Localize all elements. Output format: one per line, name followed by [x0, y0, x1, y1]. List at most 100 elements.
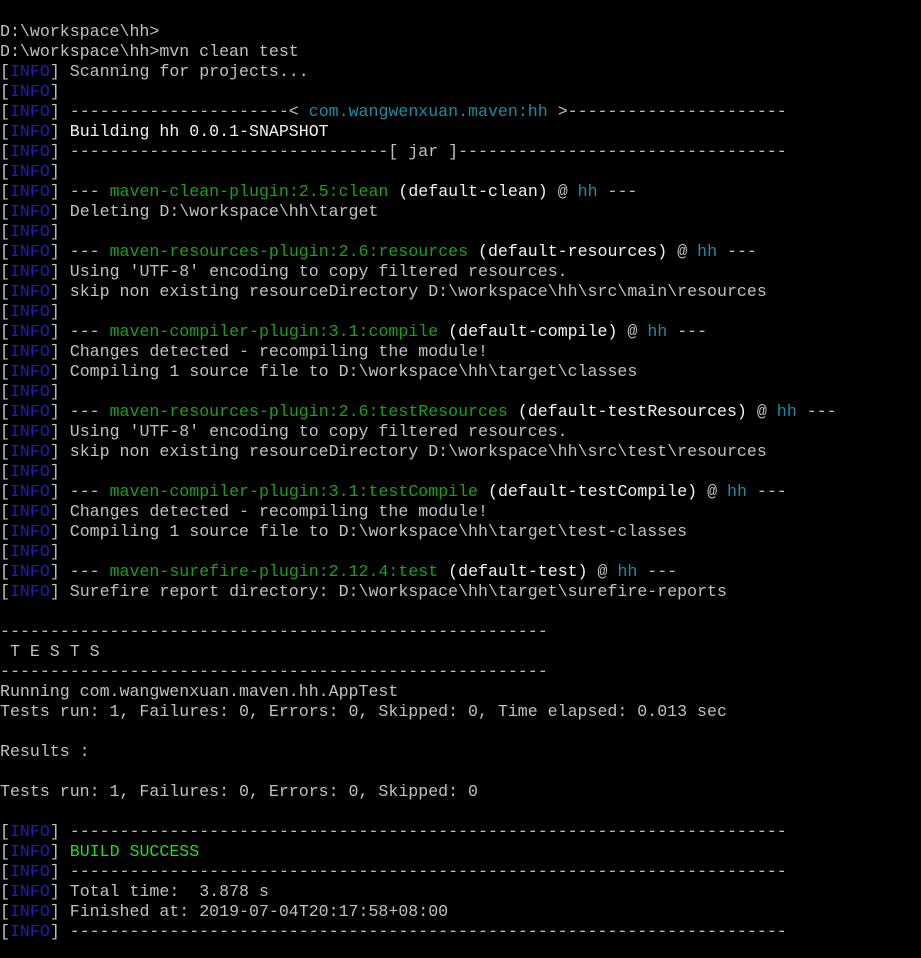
info-tag-close-bracket: ] [49, 922, 60, 941]
console-line: [INFO] Using 'UTF-8' encoding to copy fi… [0, 262, 921, 282]
info-tag-open-bracket: [ [0, 482, 10, 501]
console-text-segment: hh [697, 242, 718, 261]
info-tag-open-bracket: [ [0, 542, 10, 561]
info-tag-open-bracket: [ [0, 162, 10, 181]
console-line: [INFO] ----------------------< com.wangw… [0, 102, 921, 122]
info-tag-label: INFO [9, 862, 50, 881]
console-text-segment: hh [647, 322, 668, 341]
info-tag-close-bracket: ] [49, 562, 60, 581]
info-tag-label: INFO [9, 162, 50, 181]
console-line: [INFO] [0, 162, 921, 182]
info-tag-open-bracket: [ [0, 902, 10, 921]
console-text-segment: T E S T S [0, 642, 100, 661]
console-text-segment: Tests run: 1, Failures: 0, Errors: 0, Sk… [0, 782, 478, 801]
console-line: [INFO] Total time: 3.878 s [0, 882, 921, 902]
console-text-segment: Changes detected - recompiling the modul… [59, 342, 488, 361]
console-text-segment: ----------------------------------------… [59, 822, 787, 841]
info-tag-label: INFO [9, 822, 50, 841]
console-line: [INFO] --- maven-compiler-plugin:3.1:tes… [0, 482, 921, 502]
info-tag-open-bracket: [ [0, 362, 10, 381]
info-tag-close-bracket: ] [49, 442, 60, 461]
console-line: [INFO] Deleting D:\workspace\hh\target [0, 202, 921, 222]
info-tag-open-bracket: [ [0, 442, 10, 461]
console-line: D:\workspace\hh> [0, 22, 921, 42]
info-tag-label: INFO [9, 522, 50, 541]
info-tag-open-bracket: [ [0, 302, 10, 321]
console-text-segment: --- [59, 322, 110, 341]
console-line: D:\workspace\hh>mvn clean test [0, 42, 921, 62]
info-tag-close-bracket: ] [49, 502, 60, 521]
info-tag-open-bracket: [ [0, 202, 10, 221]
console-text-segment: Results : [0, 742, 90, 761]
console-text-segment: @ [697, 482, 727, 501]
info-tag-open-bracket: [ [0, 262, 10, 281]
info-tag-close-bracket: ] [49, 582, 60, 601]
console-text-segment: Deleting D:\workspace\hh\target [59, 202, 379, 221]
console-line: [INFO] [0, 542, 921, 562]
terminal-output[interactable]: D:\workspace\hh> D:\workspace\hh>mvn clea… [0, 0, 921, 958]
console-text-segment: @ [547, 182, 578, 201]
info-tag-close-bracket: ] [49, 202, 60, 221]
console-text-segment: Tests run: 1, Failures: 0, Errors: 0, Sk… [0, 702, 727, 721]
console-line: [INFO] [0, 82, 921, 102]
console-text-segment: --- [796, 402, 837, 421]
info-tag-open-bracket: [ [0, 62, 10, 81]
console-text-segment: (default-resources) [468, 242, 668, 261]
console-line: [INFO] --- maven-resources-plugin:2.6:te… [0, 402, 921, 422]
console-text-segment: maven-clean-plugin:2.5:clean [109, 182, 389, 201]
info-tag-close-bracket: ] [49, 542, 60, 561]
info-tag-label: INFO [9, 302, 50, 321]
console-text-segment: maven-compiler-plugin:3.1:testCompile [109, 482, 479, 501]
console-text-segment: (default-clean) [388, 182, 548, 201]
info-tag-close-bracket: ] [49, 262, 60, 281]
info-tag-open-bracket: [ [0, 182, 10, 201]
info-tag-close-bracket: ] [49, 902, 60, 921]
info-tag-label: INFO [9, 182, 50, 201]
info-tag-label: INFO [9, 842, 50, 861]
console-line: [INFO] Compiling 1 source file to D:\wor… [0, 362, 921, 382]
console-line: Tests run: 1, Failures: 0, Errors: 0, Sk… [0, 782, 921, 802]
info-tag-close-bracket: ] [49, 82, 60, 101]
info-tag-label: INFO [9, 482, 50, 501]
console-line: [INFO] skip non existing resourceDirecto… [0, 442, 921, 462]
console-text-segment: Scanning for projects... [59, 62, 309, 81]
console-text-segment: --- [59, 402, 110, 421]
info-tag-close-bracket: ] [49, 282, 60, 301]
info-tag-label: INFO [9, 442, 50, 461]
console-text-segment: Building hh 0.0.1-SNAPSHOT [59, 122, 329, 141]
info-tag-open-bracket: [ [0, 382, 10, 401]
console-line: [INFO] Compiling 1 source file to D:\wor… [0, 522, 921, 542]
console-text-segment: (default-testResources) [507, 402, 747, 421]
console-text-segment: Using 'UTF-8' encoding to copy filtered … [59, 262, 568, 281]
console-text-segment: --- [59, 562, 110, 581]
console-text-segment: hh [617, 562, 638, 581]
info-tag-close-bracket: ] [49, 362, 60, 381]
console-line: [INFO] skip non existing resourceDirecto… [0, 282, 921, 302]
console-text-segment: @ [587, 562, 618, 581]
info-tag-close-bracket: ] [49, 322, 60, 341]
info-tag-label: INFO [9, 902, 50, 921]
console-text-segment: BUILD SUCCESS [69, 842, 200, 861]
info-tag-label: INFO [9, 142, 50, 161]
console-text-segment: (default-testCompile) [478, 482, 698, 501]
info-tag-open-bracket: [ [0, 242, 10, 261]
console-text-segment: (default-compile) [438, 322, 618, 341]
console-text-segment: hh [726, 482, 747, 501]
console-line: [INFO] Surefire report directory: D:\wor… [0, 582, 921, 602]
console-text-segment: --- [59, 242, 110, 261]
console-text-segment: maven-compiler-plugin:3.1:compile [109, 322, 439, 341]
info-tag-open-bracket: [ [0, 82, 10, 101]
console-text-segment: --- [667, 322, 708, 341]
console-line: [INFO] ---------------------------------… [0, 922, 921, 942]
info-tag-label: INFO [9, 102, 50, 121]
info-tag-label: INFO [9, 882, 50, 901]
console-text-segment: ----------------------------------------… [0, 662, 548, 681]
info-tag-open-bracket: [ [0, 102, 10, 121]
console-text-segment: --- [746, 482, 787, 501]
info-tag-label: INFO [9, 462, 50, 481]
console-text-segment: --- [717, 242, 757, 261]
info-tag-open-bracket: [ [0, 822, 10, 841]
info-tag-close-bracket: ] [49, 182, 60, 201]
info-tag-open-bracket: [ [0, 122, 10, 141]
